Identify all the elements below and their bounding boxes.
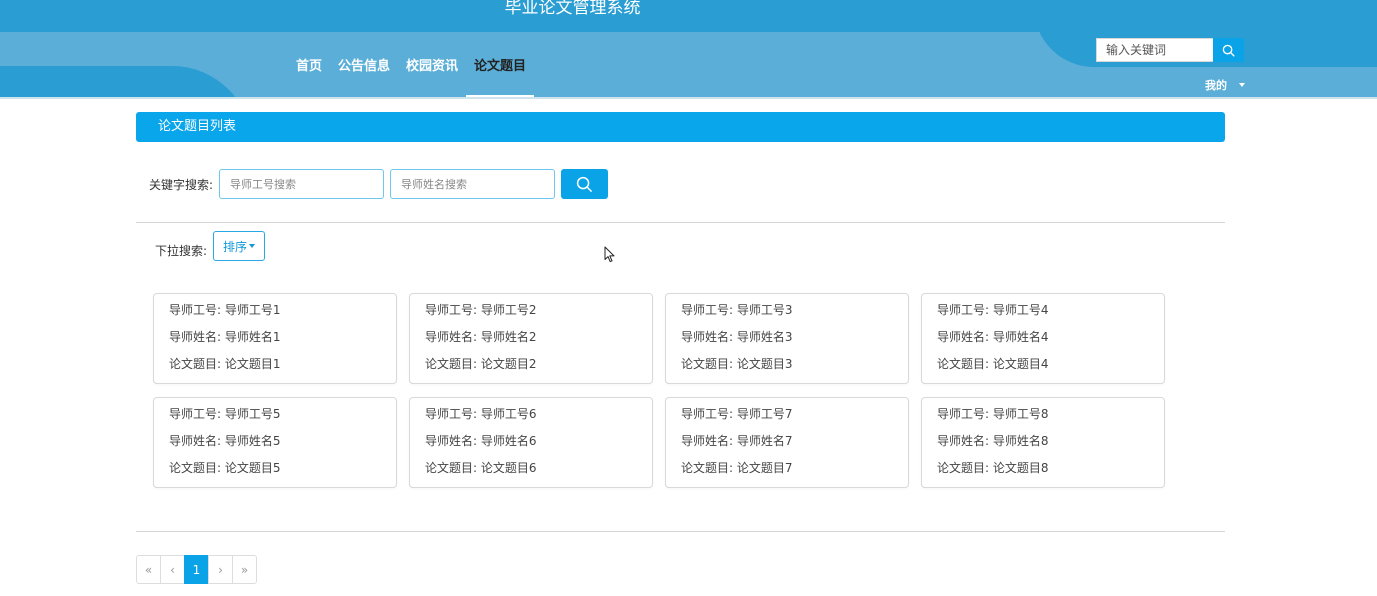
card-topic: 论文题目: 论文题目7 <box>681 461 793 475</box>
card-topic: 论文题目: 论文题目5 <box>169 461 281 475</box>
section-title-bar: 论文题目列表 <box>136 112 1225 142</box>
caret-down-icon <box>1239 83 1245 87</box>
sort-dropdown-button[interactable]: 排序 <box>213 231 266 261</box>
header-search-button[interactable] <box>1213 38 1244 62</box>
header-search <box>1096 38 1244 62</box>
topic-card[interactable]: 导师工号: 导师工号5 导师姓名: 导师姓名5 论文题目: 论文题目5 <box>153 397 397 488</box>
divider-top <box>136 222 1225 223</box>
divider-bottom <box>136 531 1225 532</box>
card-topic: 论文题目: 论文题目6 <box>425 461 537 475</box>
caret-down-icon <box>249 244 256 248</box>
keyword-search-button[interactable] <box>561 169 609 199</box>
topic-card[interactable]: 导师工号: 导师工号8 导师姓名: 导师姓名8 论文题目: 论文题目8 <box>921 397 1165 488</box>
search-icon <box>1222 44 1235 57</box>
card-teacher-name: 导师姓名: 导师姓名4 <box>937 330 1049 344</box>
card-teacher-name: 导师姓名: 导师姓名5 <box>169 434 281 448</box>
nav-announcements[interactable]: 公告信息 <box>330 50 398 98</box>
keyword-search-label: 关键字搜索: <box>149 177 214 192</box>
card-teacher-id: 导师工号: 导师工号1 <box>169 303 281 317</box>
card-teacher-name: 导师姓名: 导师姓名8 <box>937 434 1049 448</box>
header-search-input[interactable] <box>1096 38 1213 62</box>
card-teacher-id: 导师工号: 导师工号6 <box>425 407 537 421</box>
dropdown-search-row: 下拉搜索: 排序 <box>155 231 266 265</box>
nav-thesis-topics[interactable]: 论文题目 <box>466 50 535 98</box>
card-teacher-id: 导师工号: 导师工号4 <box>937 303 1049 317</box>
dropdown-search-label: 下拉搜索: <box>155 243 208 258</box>
card-teacher-name: 导师姓名: 导师姓名3 <box>681 330 793 344</box>
topic-card[interactable]: 导师工号: 导师工号4 导师姓名: 导师姓名4 论文题目: 论文题目4 <box>921 293 1165 384</box>
mouse-pointer-icon <box>604 246 615 263</box>
pagination-page-current[interactable]: 1 <box>184 555 209 584</box>
header-bottom-line <box>0 97 1377 99</box>
card-teacher-id: 导师工号: 导师工号2 <box>425 303 537 317</box>
keyword-search-row: 关键字搜索: <box>149 169 609 199</box>
pagination-prev[interactable]: ‹ <box>160 555 185 584</box>
nav-home[interactable]: 首页 <box>288 50 330 98</box>
card-topic: 论文题目: 论文题目8 <box>937 461 1049 475</box>
site-title: 毕业论文管理系统 <box>504 0 641 18</box>
pagination-last[interactable]: » <box>232 555 257 584</box>
card-teacher-name: 导师姓名: 导师姓名7 <box>681 434 793 448</box>
section-title: 论文题目列表 <box>158 119 237 134</box>
pagination: « ‹ 1 › » <box>136 555 257 584</box>
topic-card[interactable]: 导师工号: 导师工号1 导师姓名: 导师姓名1 论文题目: 论文题目1 <box>153 293 397 384</box>
card-topic: 论文题目: 论文题目2 <box>425 357 537 371</box>
card-teacher-id: 导师工号: 导师工号5 <box>169 407 281 421</box>
teacher-name-search-input[interactable] <box>390 169 556 199</box>
card-topic: 论文题目: 论文题目1 <box>169 357 281 371</box>
card-teacher-id: 导师工号: 导师工号3 <box>681 303 793 317</box>
main-nav: 首页 公告信息 校园资讯 论文题目 <box>288 50 535 98</box>
card-teacher-name: 导师姓名: 导师姓名2 <box>425 330 537 344</box>
card-teacher-name: 导师姓名: 导师姓名6 <box>425 434 537 448</box>
topic-card[interactable]: 导师工号: 导师工号2 导师姓名: 导师姓名2 论文题目: 论文题目2 <box>409 293 653 384</box>
site-header: 毕业论文管理系统 首页 公告信息 校园资讯 论文题目 我的 <box>0 0 1377 99</box>
card-teacher-id: 导师工号: 导师工号8 <box>937 407 1049 421</box>
card-topic: 论文题目: 论文题目4 <box>937 357 1049 371</box>
nav-campus-news[interactable]: 校园资讯 <box>398 50 466 98</box>
topic-card-grid: 导师工号: 导师工号1 导师姓名: 导师姓名1 论文题目: 论文题目1 导师工号… <box>153 293 1173 488</box>
card-teacher-id: 导师工号: 导师工号7 <box>681 407 793 421</box>
teacher-id-search-input[interactable] <box>219 169 385 199</box>
card-topic: 论文题目: 论文题目3 <box>681 357 793 371</box>
sort-dropdown-label: 排序 <box>223 239 248 254</box>
topic-card[interactable]: 导师工号: 导师工号7 导师姓名: 导师姓名7 论文题目: 论文题目7 <box>665 397 909 488</box>
pagination-next[interactable]: › <box>208 555 233 584</box>
search-icon <box>576 176 592 192</box>
card-teacher-name: 导师姓名: 导师姓名1 <box>169 330 281 344</box>
user-menu-label: 我的 <box>1205 79 1227 92</box>
pagination-first[interactable]: « <box>136 555 161 584</box>
topic-card[interactable]: 导师工号: 导师工号6 导师姓名: 导师姓名6 论文题目: 论文题目6 <box>409 397 653 488</box>
header-wave-left <box>0 66 252 99</box>
user-menu[interactable]: 我的 <box>1205 77 1245 93</box>
topic-card[interactable]: 导师工号: 导师工号3 导师姓名: 导师姓名3 论文题目: 论文题目3 <box>665 293 909 384</box>
